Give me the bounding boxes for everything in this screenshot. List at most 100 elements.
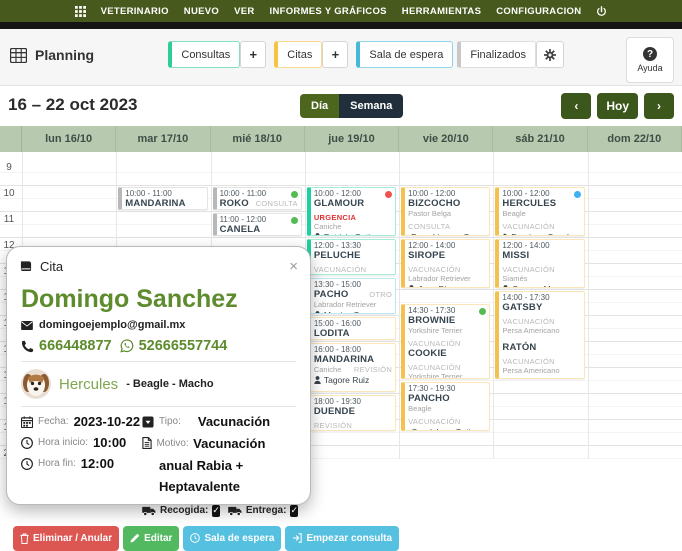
pet-breed: Caniche <box>314 365 342 374</box>
owner-email: domingoejemplo@gmail.mx <box>39 319 185 331</box>
event-time: 12:00 - 14:00 <box>502 241 580 250</box>
nav-informes[interactable]: INFORMES Y GRÁFICOS <box>270 6 387 17</box>
calendar-event[interactable]: 12:00 - 13:30PELUCHEVACUNACIÓNCotón de t… <box>307 239 396 275</box>
nav-ver[interactable]: VER <box>234 6 254 17</box>
recogida-checkbox[interactable]: ✓ <box>212 505 220 517</box>
event-type: CONSULTA <box>408 222 450 231</box>
calendar-event[interactable]: 10:00 - 12:00BIZCOCHOPastor BelgaCONSULT… <box>401 187 490 236</box>
nav-configuracion[interactable]: CONFIGURACION <box>496 6 581 17</box>
event-time: 11:00 - 12:00 <box>220 215 298 224</box>
start-consultation-label: Empezar consulta <box>306 533 392 544</box>
pet-breed: Yorkshire Terrier <box>408 372 462 379</box>
event-type: CONSULTA <box>256 199 298 208</box>
power-icon[interactable] <box>596 6 607 17</box>
pet-name: COOKIE <box>408 348 447 359</box>
help-label: Ayuda <box>637 63 662 73</box>
pet-description: - Beagle - Macho <box>126 378 213 390</box>
toggle-day-button[interactable]: Día <box>300 94 339 118</box>
column-divider <box>493 152 494 459</box>
pet-breed: Pastor Belga <box>408 209 451 218</box>
toggle-week-button[interactable]: Semana <box>339 94 403 118</box>
day-header: sáb 21/10 <box>493 126 587 152</box>
event-type: VACUNACIÓN <box>502 317 554 326</box>
whatsapp-link[interactable]: 52666557744 <box>120 338 228 354</box>
calendar-event[interactable]: 18:00 - 19:30DUENDEREVISIÓNRatoneroClaud… <box>307 395 396 431</box>
today-button[interactable]: Hoy <box>597 93 638 119</box>
filter-settings-button[interactable] <box>536 41 564 68</box>
time-label: 9 <box>0 162 18 173</box>
calendar-event[interactable]: 12:00 - 14:00MISSIVACUNACIÓNSiamésSusana… <box>495 239 584 288</box>
pet-name: DUENDE <box>314 406 355 417</box>
entrega-checkbox[interactable]: ✓ <box>290 505 298 517</box>
event-time: 14:00 - 17:30 <box>502 293 580 302</box>
event-time: 17:30 - 19:30 <box>408 384 486 393</box>
pet-breed: Ratonero <box>314 430 345 431</box>
calendar-icon <box>21 416 33 428</box>
divider <box>21 406 296 407</box>
pet-name-link[interactable]: Hercules <box>59 376 118 393</box>
filter-buttons: Consultas + Citas + Sala de espera Final… <box>168 41 564 68</box>
event-time: 12:00 - 13:30 <box>314 241 392 250</box>
calendar-event[interactable]: 13:30 - 15:00PACHOOTROLabrador Retriever… <box>307 278 396 314</box>
calendar-event[interactable]: 16:00 - 18:00MANDARINACanicheREVISIÓNTag… <box>307 343 396 392</box>
calendar-event[interactable]: 14:30 - 17:30BROWNIEYorkshire TerrierVAC… <box>401 304 490 379</box>
hora-fin-value: 12:00 <box>81 456 114 471</box>
next-week-button[interactable]: › <box>644 93 674 119</box>
calendar-event[interactable]: 10:00 - 12:00GLAMOURURGENCIACanichePatri… <box>307 187 396 236</box>
start-consultation-button[interactable]: Empezar consulta <box>285 526 399 551</box>
calendar-event[interactable]: 14:00 - 17:30GATSBYVACUNACIÓNPersa Ameri… <box>495 291 584 379</box>
event-owner: Susana Morena <box>502 284 580 288</box>
nav-veterinario[interactable]: VETERINARIO <box>101 6 169 17</box>
day-header: jue 19/10 <box>305 126 399 152</box>
day-header: mar 17/10 <box>116 126 210 152</box>
caret-square-icon <box>142 416 154 428</box>
pet-name: MANDARINA <box>314 354 374 365</box>
waiting-room-button[interactable]: Sala de espera <box>183 526 281 551</box>
book-icon <box>19 260 33 272</box>
phone-icon <box>21 340 34 353</box>
calendar-event[interactable]: 15:00 - 16:00LODITACONSULTA <box>307 317 396 340</box>
event-time: 10:00 - 12:00 <box>408 189 486 198</box>
help-button[interactable]: ? Ayuda <box>626 37 674 83</box>
filter-consultas-button[interactable]: Consultas <box>168 41 240 68</box>
apps-grid-icon[interactable] <box>75 6 86 17</box>
nav-herramientas[interactable]: HERRAMIENTAS <box>402 6 481 17</box>
pencil-icon <box>130 533 140 543</box>
event-type: VACUNACIÓN <box>502 265 554 274</box>
calendar-event[interactable]: 10:00 - 11:00ROKOCONSULTA <box>213 187 302 210</box>
add-cita-button[interactable]: + <box>322 41 348 68</box>
page-header: Planning Consultas + Citas + Sala de esp… <box>0 29 682 86</box>
pet-breed: Labrador Retriever <box>408 274 471 283</box>
phone-number: 666448877 <box>39 338 112 354</box>
calendar-event[interactable]: 11:00 - 12:00CANELA <box>213 213 302 236</box>
calendar-event[interactable]: 17:30 - 19:30PANCHOBeagleVACUNACIÓNGuada… <box>401 382 490 431</box>
calendar-event[interactable]: 12:00 - 14:00SIROPEVACUNACIÓNLabrador Re… <box>401 239 490 288</box>
event-owner: Domingo Sanchez <box>502 232 580 236</box>
pet-name: CANELA <box>220 224 261 235</box>
phone-link[interactable]: 666448877 <box>21 338 112 354</box>
edit-button[interactable]: Editar <box>123 526 179 551</box>
whatsapp-icon <box>120 339 134 353</box>
top-navbar: VETERINARIO NUEVO VER INFORMES Y GRÁFICO… <box>0 0 682 22</box>
delete-cancel-button[interactable]: Eliminar / Anular <box>13 526 119 551</box>
calendar-event[interactable]: 10:00 - 11:00MANDARINA <box>118 187 207 210</box>
pet-name: SIROPE <box>408 250 445 261</box>
filter-finalizados-button[interactable]: Finalizados <box>457 41 536 68</box>
filter-citas-button[interactable]: Citas <box>274 41 322 68</box>
event-owner: Monica Sanz <box>314 310 392 314</box>
view-toggle: Día Semana <box>300 94 403 118</box>
add-consulta-button[interactable]: + <box>240 41 266 68</box>
filter-sala-espera-button[interactable]: Sala de espera <box>356 41 453 68</box>
pet-breed: Beagle <box>408 404 431 413</box>
calendar-event[interactable]: 10:00 - 12:00HERCULESBeagleVACUNACIÓNDom… <box>495 187 584 236</box>
clock-icon <box>190 533 200 543</box>
day-header: vie 20/10 <box>399 126 493 152</box>
status-dot <box>291 191 298 198</box>
close-icon[interactable]: × <box>289 259 298 274</box>
prev-week-button[interactable]: ‹ <box>561 93 591 119</box>
waiting-room-label: Sala de espera <box>204 533 274 544</box>
event-time: 14:30 - 17:30 <box>408 306 486 315</box>
pet-breed: Persa Americano <box>502 366 559 375</box>
owner-name: Domingo Sanchez <box>21 285 296 314</box>
nav-nuevo[interactable]: NUEVO <box>184 6 219 17</box>
